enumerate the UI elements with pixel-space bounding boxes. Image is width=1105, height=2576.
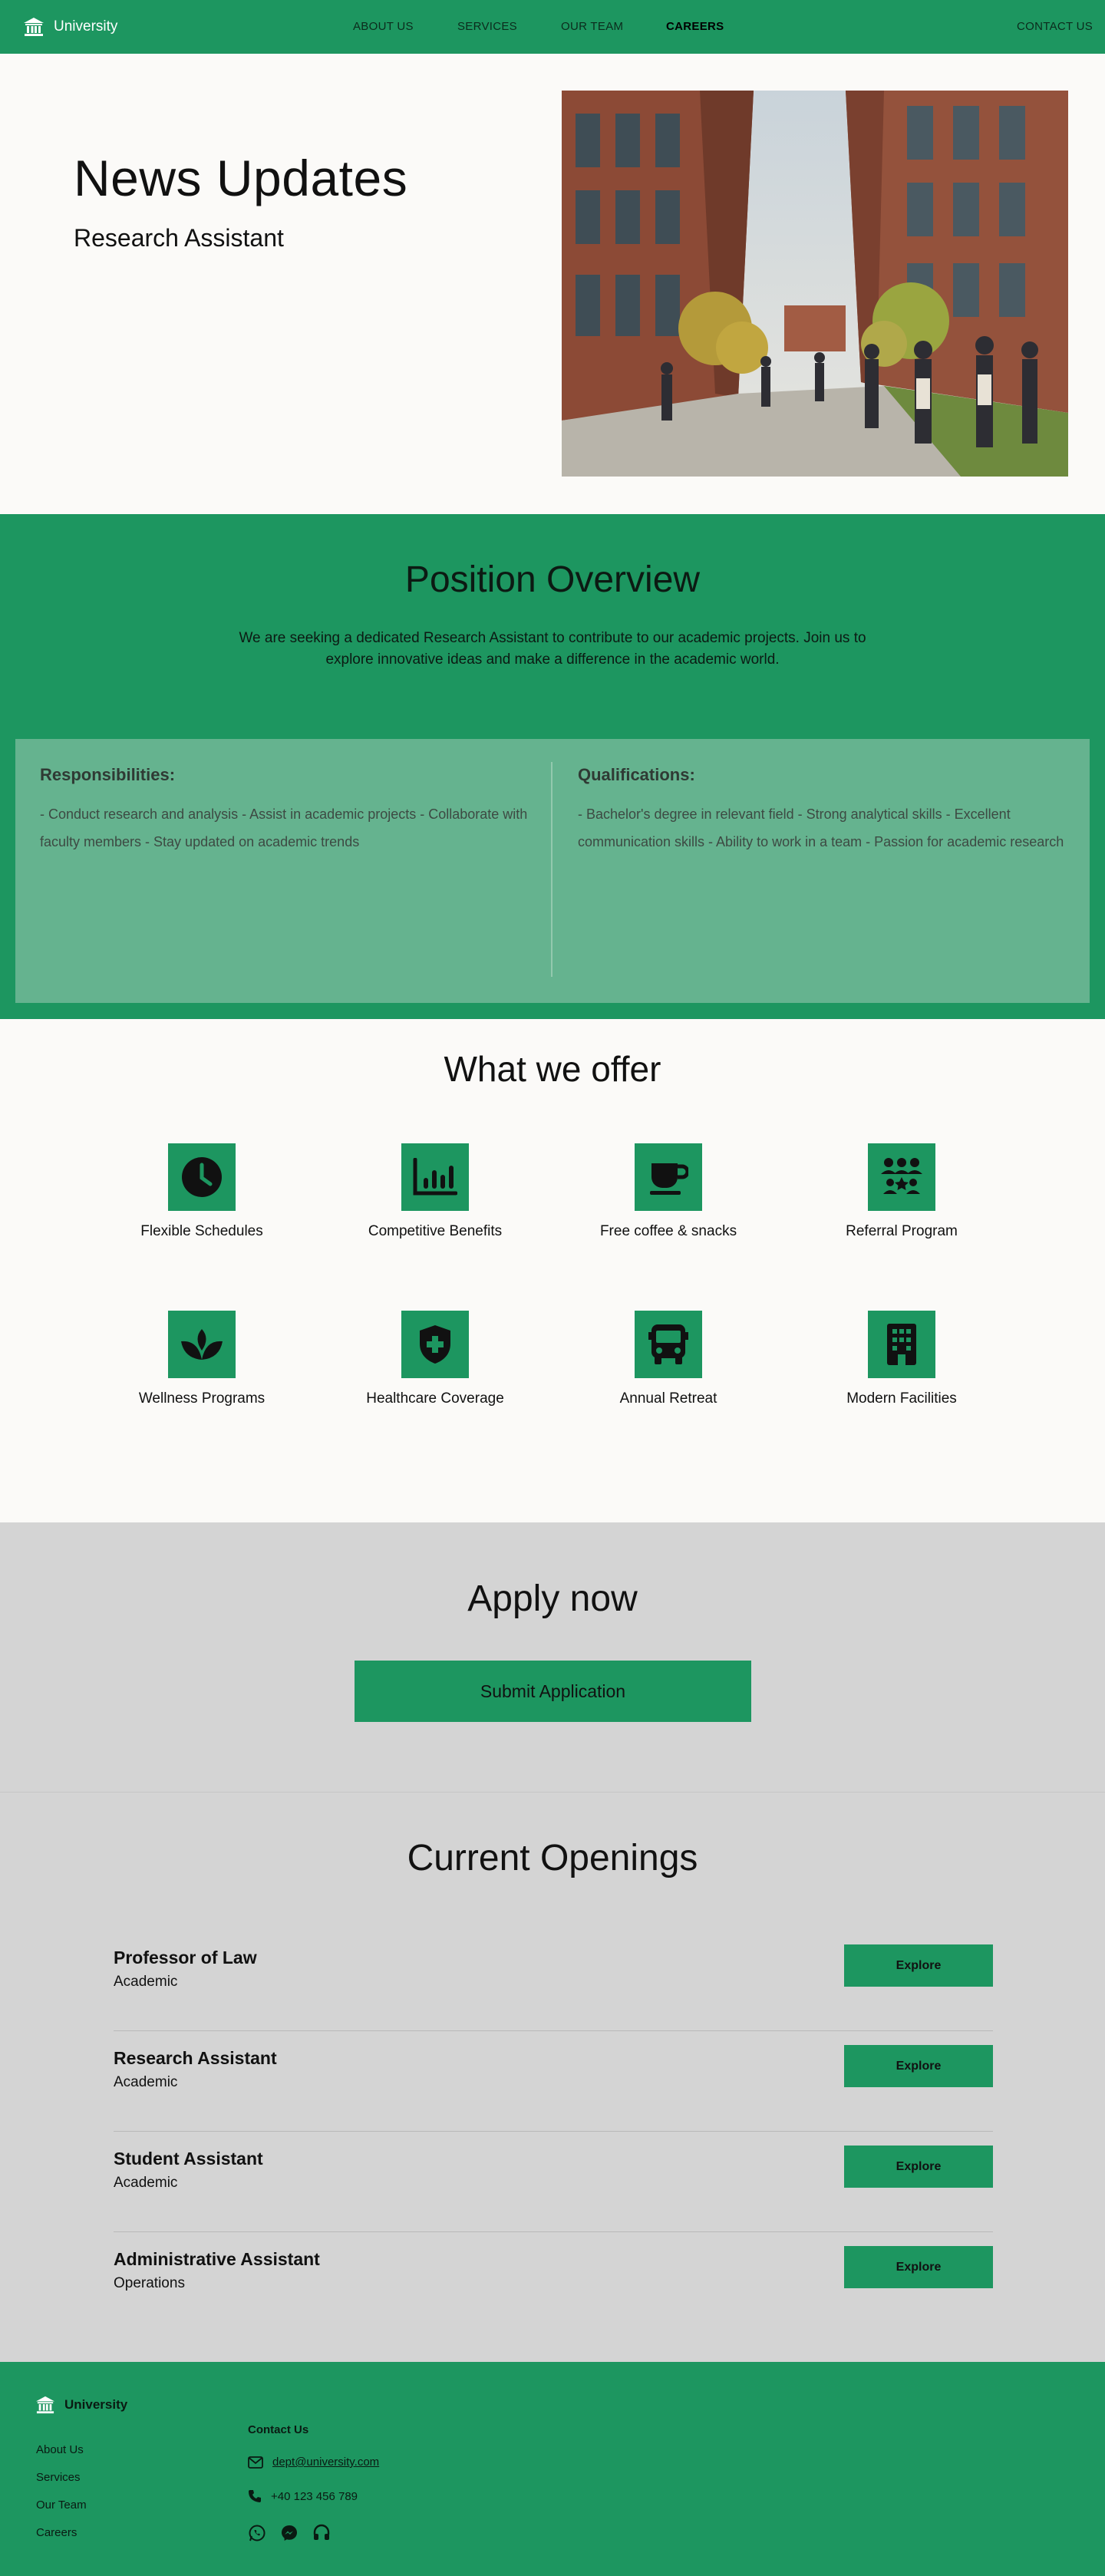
job-category: Academic	[114, 2175, 178, 2191]
phone-icon	[249, 2490, 261, 2502]
qualifications-heading: Qualifications:	[578, 765, 695, 784]
job-category: Academic	[114, 2074, 178, 2090]
responsibilities-text: - Conduct research and analysis - Assist…	[40, 806, 528, 849]
footer-brand-name: University	[64, 2397, 128, 2412]
current-openings-section: Current Openings Professor of Law Academ…	[0, 1793, 1105, 2362]
perk-label: Wellness Programs	[138, 1390, 266, 1407]
apply-now-section: Apply now Submit Application	[0, 1522, 1105, 1793]
job-category: Academic	[114, 1974, 178, 1990]
university-logo-icon	[36, 2396, 54, 2414]
hero-subtitle: Research Assistant	[74, 224, 284, 252]
nav-link-contact-us[interactable]: CONTACT US	[1017, 20, 1093, 33]
explore-button[interactable]: Explore	[844, 1944, 993, 1987]
explore-button[interactable]: Explore	[844, 2146, 993, 2188]
explore-button[interactable]: Explore	[844, 2045, 993, 2087]
footer-contact-title: Contact Us	[248, 2423, 309, 2436]
job-title: Administrative Assistant	[114, 2249, 320, 2269]
footer-link-careers[interactable]: Careers	[36, 2526, 77, 2539]
footer-phone-row: +40 123 456 789	[248, 2489, 358, 2503]
bus-icon	[648, 1324, 688, 1364]
group-icon	[881, 1158, 922, 1194]
perk-label: Flexible Schedules	[140, 1223, 263, 1239]
offer-title: What we offer	[444, 1049, 661, 1089]
nav-link-our-team[interactable]: OUR TEAM	[561, 20, 623, 33]
footer-brand[interactable]: University	[35, 2396, 127, 2414]
perk-referral-program: Referral Program	[787, 1143, 1017, 1240]
overview-panel: Responsibilities: - Conduct research and…	[15, 739, 1090, 1003]
whatsapp-icon[interactable]	[248, 2524, 266, 2542]
nav-link-careers[interactable]: CAREERS	[666, 20, 724, 33]
coffee-cup-icon	[650, 1163, 688, 1195]
job-category: Operations	[114, 2275, 185, 2291]
apply-title: Apply now	[467, 1578, 638, 1619]
job-title: Student Assistant	[114, 2149, 263, 2169]
main-menu: ABOUT US SERVICES OUR TEAM CAREERS CONTA…	[0, 0, 1105, 54]
footer-link-services[interactable]: Services	[36, 2471, 81, 2484]
job-listing: Professor of Law Academic Explore	[114, 1931, 993, 2031]
perk-modern-facilities: Modern Facilities	[787, 1311, 1017, 1407]
footer-link-about-us[interactable]: About Us	[36, 2443, 84, 2456]
responsibilities-column: Responsibilities: - Conduct research and…	[40, 765, 539, 856]
headset-icon[interactable]	[312, 2524, 331, 2542]
perk-label: Annual Retreat	[619, 1390, 717, 1407]
clock-icon	[182, 1157, 222, 1197]
perk-healthcare-coverage: Healthcare Coverage	[320, 1311, 550, 1407]
position-overview-section: Position Overview We are seeking a dedic…	[0, 514, 1105, 1019]
submit-application-button[interactable]: Submit Application	[355, 1661, 751, 1722]
nav-link-about-us[interactable]: ABOUT US	[353, 20, 414, 33]
footer-email-row: dept@university.com	[248, 2456, 379, 2469]
footer: University About Us Services Our Team Ca…	[0, 2362, 1105, 2576]
overview-title: Position Overview	[404, 559, 701, 600]
job-listing: Research Assistant Academic Explore	[114, 2031, 993, 2132]
perk-free-coffee: Free coffee & snacks	[553, 1143, 783, 1240]
perk-wellness-programs: Wellness Programs	[87, 1311, 317, 1407]
qualifications-column: Qualifications: - Bachelor's degree in r…	[578, 765, 1077, 856]
perk-flexible-schedules: Flexible Schedules	[87, 1143, 317, 1240]
job-title: Professor of Law	[114, 1948, 257, 1967]
what-we-offer-section: What we offer Flexible Schedules Competi…	[0, 1019, 1105, 1522]
bar-chart-icon	[413, 1158, 457, 1196]
hero-campus-photo	[562, 91, 1068, 477]
mail-icon	[248, 2456, 263, 2469]
top-nav: University ABOUT US SERVICES OUR TEAM CA…	[0, 0, 1105, 54]
footer-email-link[interactable]: dept@university.com	[272, 2456, 379, 2469]
job-listing: Student Assistant Academic Explore	[114, 2132, 993, 2232]
explore-button[interactable]: Explore	[844, 2246, 993, 2288]
qualifications-text: - Bachelor's degree in relevant field - …	[578, 806, 1064, 849]
perk-annual-retreat: Annual Retreat	[553, 1311, 783, 1407]
job-title: Research Assistant	[114, 2048, 277, 2068]
job-listing: Administrative Assistant Operations Expl…	[114, 2232, 993, 2333]
perk-label: Healthcare Coverage	[366, 1390, 504, 1407]
perk-label: Modern Facilities	[846, 1390, 957, 1407]
perk-label: Competitive Benefits	[368, 1223, 503, 1239]
responsibilities-heading: Responsibilities:	[40, 765, 176, 784]
perk-label: Referral Program	[846, 1223, 958, 1239]
hero-title: News Updates	[74, 150, 408, 206]
spa-icon	[181, 1329, 223, 1360]
perk-label: Free coffee & snacks	[599, 1223, 737, 1239]
hero-section: News Updates Research Assistant	[0, 54, 1105, 514]
messenger-icon[interactable]	[280, 2524, 299, 2542]
overview-intro: We are seeking a dedicated Research Assi…	[239, 630, 866, 668]
footer-phone: +40 123 456 789	[271, 2489, 358, 2503]
column-divider	[551, 762, 552, 977]
building-icon	[887, 1324, 916, 1365]
perk-competitive-benefits: Competitive Benefits	[320, 1143, 550, 1240]
openings-title: Current Openings	[407, 1838, 698, 1878]
footer-socials	[248, 2524, 331, 2542]
health-shield-icon	[420, 1325, 450, 1364]
nav-link-services[interactable]: SERVICES	[457, 20, 517, 33]
footer-link-our-team[interactable]: Our Team	[36, 2498, 87, 2512]
